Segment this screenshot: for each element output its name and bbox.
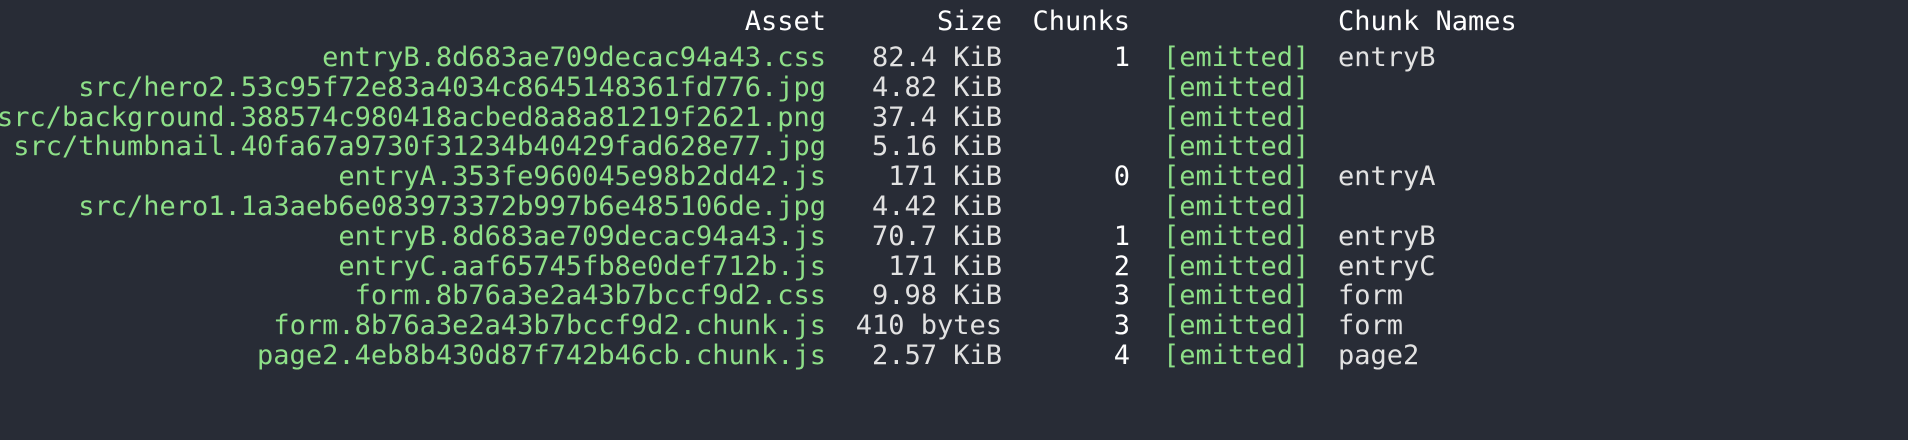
terminal-output: Asset Size Chunks Chunk Names entryB.8d6… [0,0,1908,440]
column-header-chunks: Chunks [1032,6,1130,37]
chunk-id: 4 [1113,340,1130,371]
asset-name: page2.4eb8b430d87f742b46cb.chunk.js [257,340,826,371]
table-row: page2.4eb8b430d87f742b46cb.chunk.js 2.57 … [0,338,1908,374]
table-header: Asset Size Chunks Chunk Names [0,4,1908,40]
emit-status: [emitted] [1163,340,1310,371]
column-header-chunk-names: Chunk Names [1338,6,1517,37]
column-header-asset: Asset [744,6,826,37]
asset-size: 2.57 KiB [871,340,1002,371]
chunk-name: page2 [1338,340,1420,371]
column-header-size: Size [936,6,1002,37]
